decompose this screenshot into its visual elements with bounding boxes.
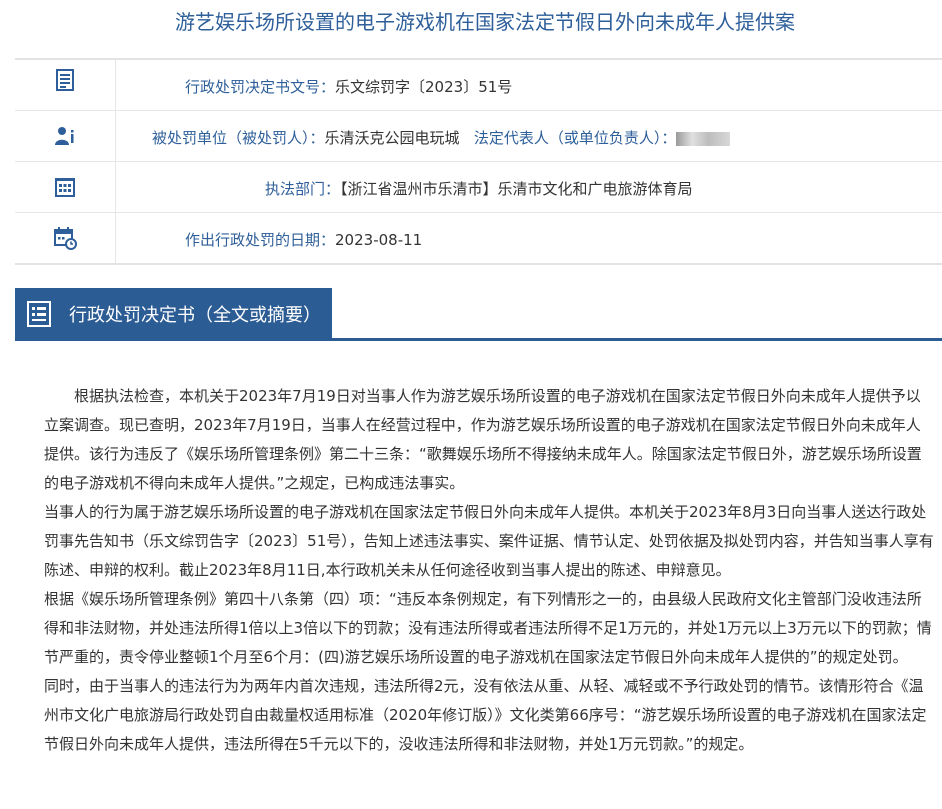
info-row-enforcement-dept: 执法部门：【浙江省温州市乐清市】乐清市文化和广电旅游体育局 <box>15 162 942 213</box>
legal-rep-redacted <box>676 131 731 146</box>
building-icon <box>15 162 116 212</box>
penalty-date-value: 2023-08-11 <box>335 231 423 249</box>
paragraph: 当事人的行为属于游艺娱乐场所设置的电子游戏机在国家法定节假日外向未成年人提供。本… <box>44 503 934 579</box>
section-header: 行政处罚决定书（全文或摘要） <box>15 288 332 340</box>
paragraph: 根据执法检查，本机关于2023年7月19日对当事人作为游艺娱乐场所设置的电子游戏… <box>44 387 922 492</box>
info-row-penalized-party: 被处罚单位（被处罚人）：乐清沃克公园电玩城 法定代表人（或单位负责人）： <box>15 111 942 162</box>
decision-number-label: 行政处罚决定书文号： <box>185 78 336 96</box>
page-title: 游艺娱乐场所设置的电子游戏机在国家法定节假日外向未成年人提供案 <box>175 10 795 34</box>
paragraph: 根据《娱乐场所管理条例》第四十八条第（四）项：“违反本条例规定，有下列情形之一的… <box>44 590 932 666</box>
penalized-party-value: 乐清沃克公园电玩城 <box>324 129 460 147</box>
enforcement-dept-value: 【浙江省温州市乐清市】乐清市文化和广电旅游体育局 <box>340 180 693 198</box>
case-info-table: 行政处罚决定书文号：乐文综罚字〔2023〕51号 被处罚单位（被处罚人）：乐清沃… <box>15 58 942 265</box>
person-icon <box>15 111 116 161</box>
info-row-decision-number: 行政处罚决定书文号：乐文综罚字〔2023〕51号 <box>15 60 942 111</box>
info-row-penalty-date: 作出行政处罚的日期：2023-08-11 <box>15 213 942 263</box>
document-list-icon <box>27 301 51 327</box>
decision-body: 根据执法检查，本机关于2023年7月19日对当事人作为游艺娱乐场所设置的电子游戏… <box>44 382 934 759</box>
penalized-party-label: 被处罚单位（被处罚人）： <box>152 129 325 147</box>
enforcement-dept-text: 执法部门：【浙江省温州市乐清市】乐清市文化和广电旅游体育局 <box>265 162 693 212</box>
section-title: 行政处罚决定书（全文或摘要） <box>69 305 321 326</box>
penalized-party-text: 被处罚单位（被处罚人）：乐清沃克公园电玩城 法定代表人（或单位负责人）： <box>152 111 731 161</box>
decision-number-text: 行政处罚决定书文号：乐文综罚字〔2023〕51号 <box>185 60 512 110</box>
enforcement-dept-label: 执法部门： <box>265 180 341 198</box>
penalty-date-text: 作出行政处罚的日期：2023-08-11 <box>185 213 422 263</box>
calendar-icon <box>15 213 116 263</box>
penalty-date-label: 作出行政处罚的日期： <box>185 231 336 249</box>
legal-rep-label: 法定代表人（或单位负责人）： <box>473 129 677 147</box>
document-icon <box>15 60 116 110</box>
paragraph: 同时，由于当事人的违法行为为两年内首次违规，违法所得2元，没有依法从重、从轻、减… <box>44 677 927 753</box>
decision-number-value: 乐文综罚字〔2023〕51号 <box>335 78 513 96</box>
